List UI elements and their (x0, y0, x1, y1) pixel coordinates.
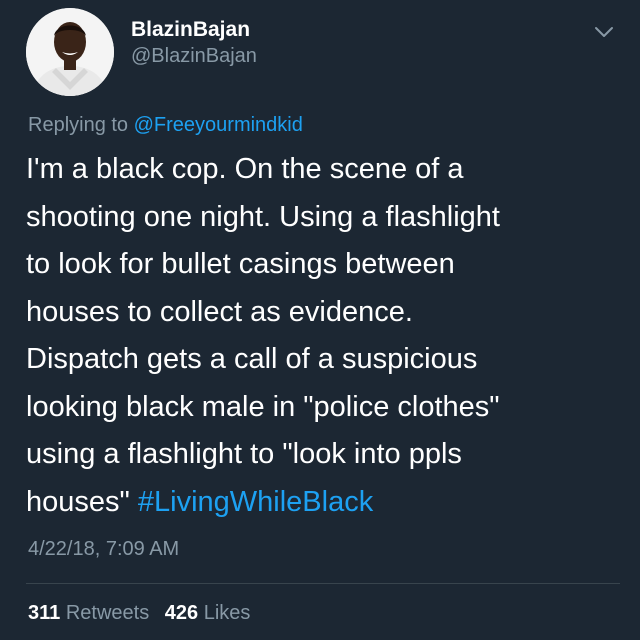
reply-prefix: Replying to (28, 114, 129, 136)
reply-context: Replying to @Freeyourmindkid (28, 114, 303, 137)
reply-to-link[interactable]: @Freeyourmindkid (134, 114, 303, 136)
tweet-text-line: houses" (26, 485, 130, 518)
avatar-image (26, 8, 114, 96)
tweet-text: I'm a black cop. On the scene of a shoot… (26, 146, 616, 526)
likes-count: 426 (164, 602, 199, 624)
hashtag-link[interactable]: #LivingWhileBlack (138, 486, 373, 518)
tweet-timestamp[interactable]: 4/22/18, 7:09 AM (28, 538, 179, 561)
tweet-text-line: shooting one night. Using a flashlight (26, 200, 500, 233)
retweets-stat[interactable]: 311 Retweets (28, 602, 155, 624)
tweet-text-line: to look for bullet casings between (26, 248, 455, 280)
display-name[interactable]: BlazinBajan (131, 18, 250, 42)
tweet-text-line: using a flashlight to "look into ppls (26, 438, 462, 470)
tweet-text-line: Dispatch gets a call of a suspicious (26, 343, 478, 375)
divider (26, 583, 620, 584)
retweets-count: 311 (28, 602, 61, 624)
user-handle[interactable]: @BlazinBajan (131, 45, 257, 68)
avatar[interactable] (26, 8, 114, 96)
tweet-text-line: houses to collect as evidence. (26, 295, 413, 328)
likes-label: Likes (203, 602, 251, 624)
tweet-card: BlazinBajan @BlazinBajan Replying to @Fr… (0, 0, 640, 640)
likes-stat[interactable]: 426 Likes (165, 602, 251, 624)
chevron-down-icon[interactable] (592, 24, 616, 40)
tweet-text-line: looking black male in "police clothes" (26, 390, 500, 423)
tweet-text-last-line: houses" #LivingWhileBlack (26, 479, 616, 527)
retweets-label: Retweets (65, 602, 150, 624)
tweet-text-line: I'm a black cop. On the scene of a (26, 153, 464, 185)
engagement-stats: 311 Retweets 426 Likes (28, 602, 260, 625)
